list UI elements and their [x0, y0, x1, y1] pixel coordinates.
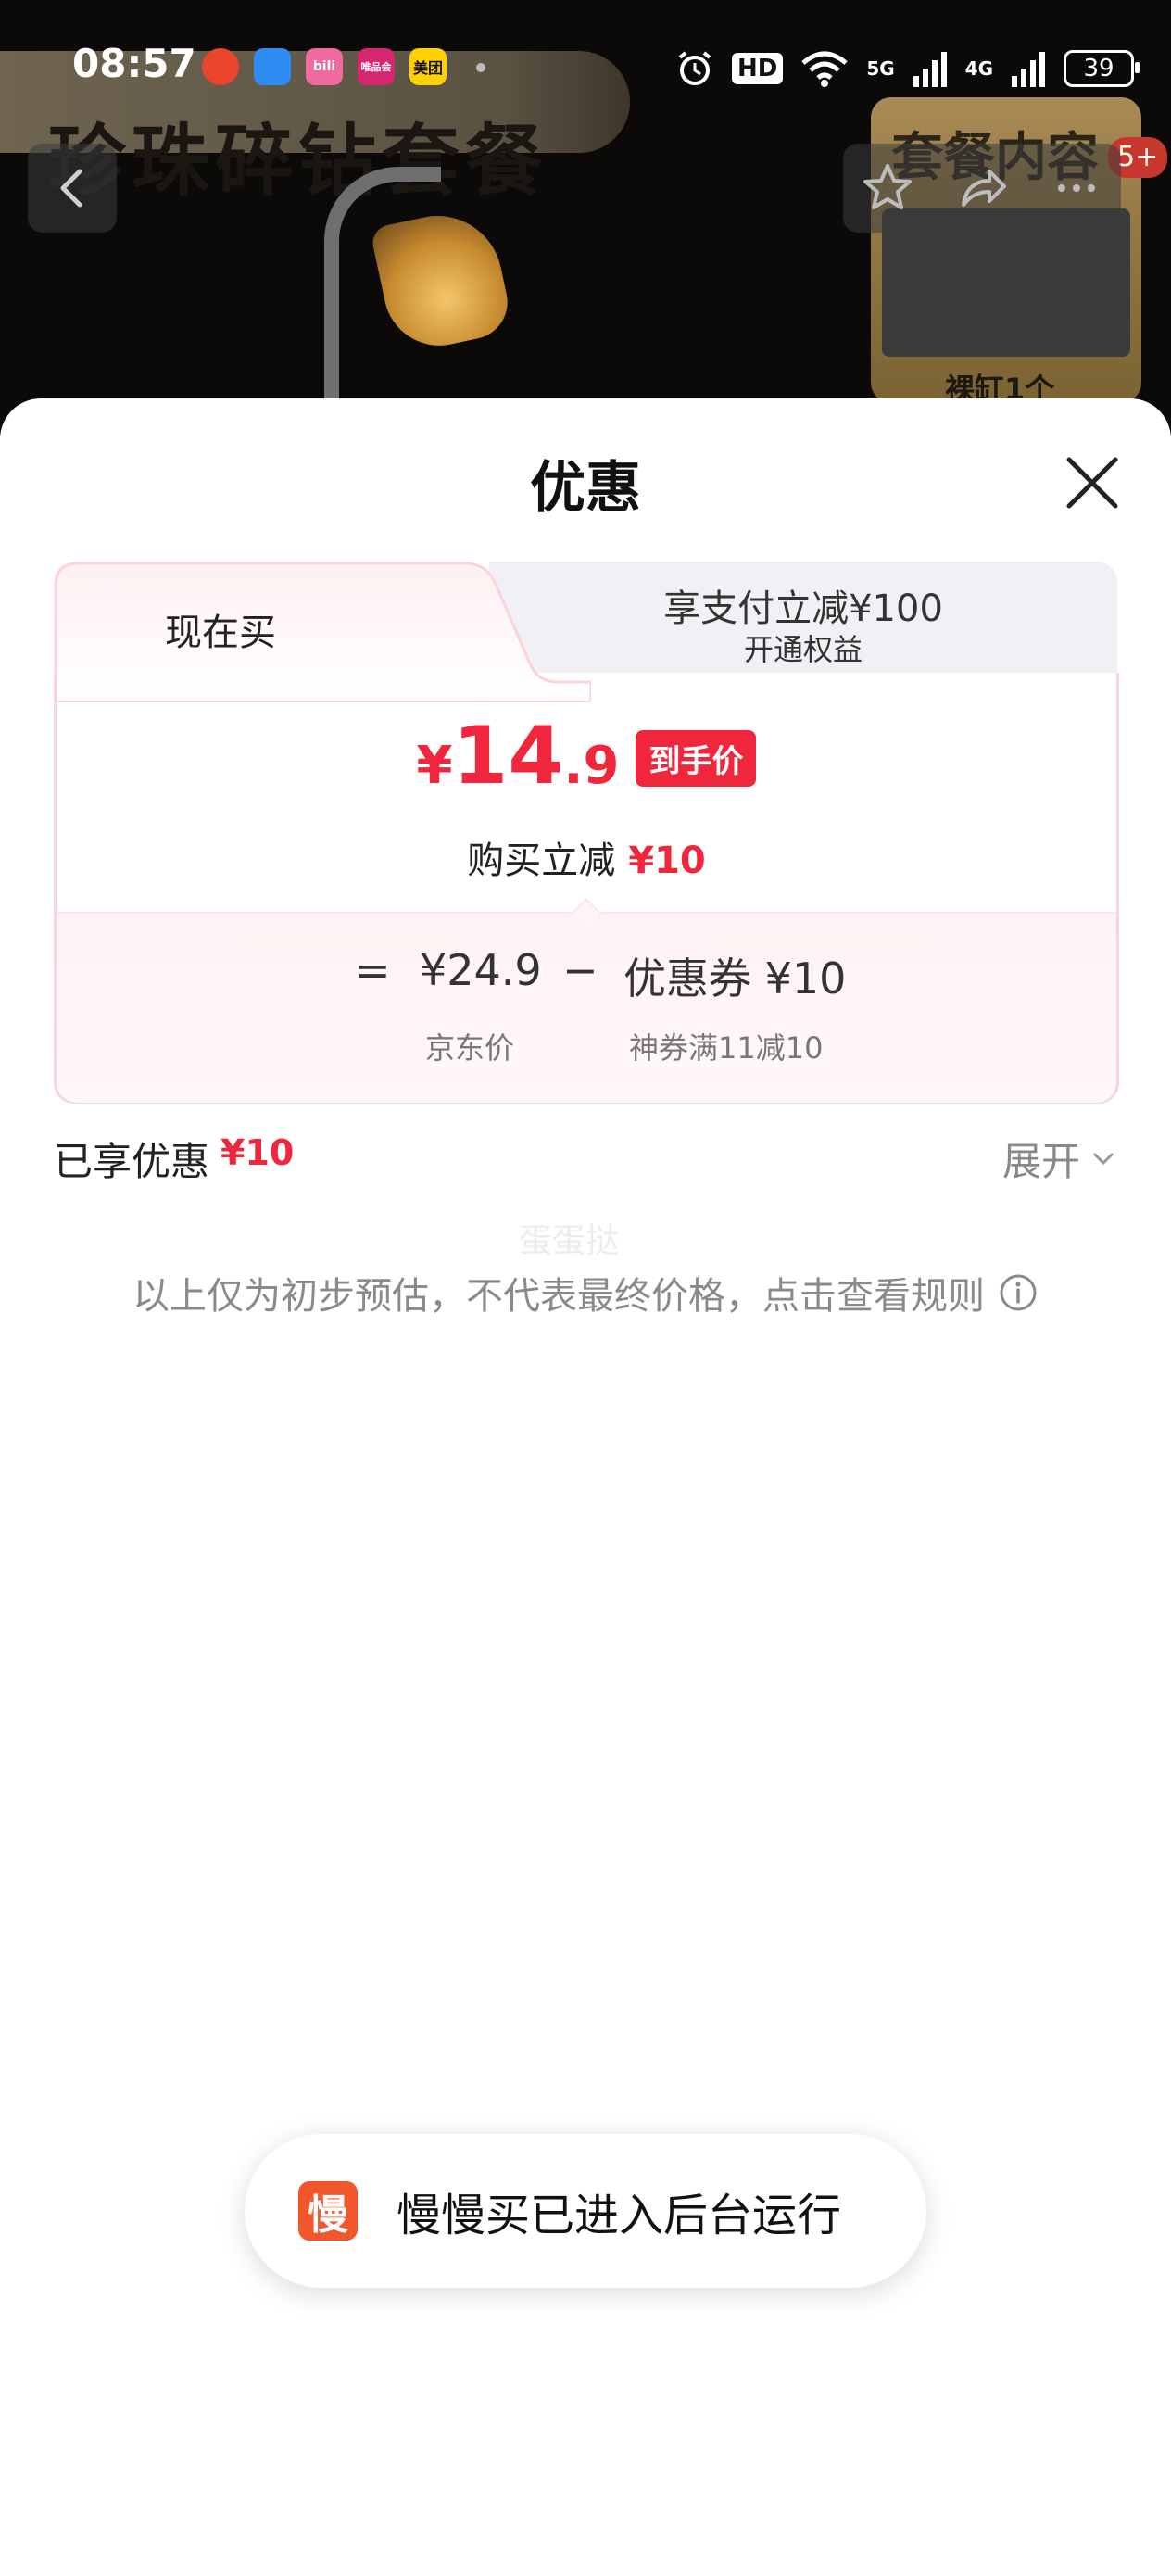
purchase-reduction: 购买立减 ¥10 — [57, 830, 1116, 884]
final-price-badge: 到手价 — [636, 730, 757, 787]
discount-amount: ¥10 — [220, 1132, 295, 1173]
favorite-button[interactable] — [843, 144, 932, 233]
base-price-caption: 京东价 — [425, 1030, 515, 1066]
status-bar: 08:57 bili 唯品会 美团 HD 5G 4G 39 — [0, 28, 1171, 111]
share-icon — [962, 170, 1006, 207]
vip-shop-icon: 唯品会 — [358, 48, 395, 85]
bilibili-icon: bili — [306, 48, 343, 85]
price-decimal: .9 — [563, 736, 620, 796]
status-icons: HD 5G 4G 39 — [674, 41, 1140, 96]
signal-icon-1 — [913, 52, 947, 87]
more-notifications-dot — [476, 63, 485, 72]
reduction-amount: ¥10 — [628, 840, 706, 882]
breakdown-row: = ¥24.9 − 优惠券 ¥10 — [57, 945, 1116, 1004]
disclaimer-text: 以上仅为初步预估，不代表最终价格，点击查看规则 — [132, 1275, 985, 1318]
expand-button[interactable]: 展开 — [1002, 1130, 1117, 1187]
discount-label: 已享优惠 — [54, 1139, 210, 1184]
info-icon[interactable] — [998, 1272, 1039, 1313]
equals-sign: = — [355, 945, 391, 995]
watermark: 蛋蛋挞 — [519, 1222, 620, 1260]
banner-title: 珍珠碎钻套餐 — [48, 116, 549, 207]
coupon-caption: 神券满11减10 — [629, 1030, 824, 1066]
price-breakdown: = ¥24.9 − 优惠券 ¥10 京东价 神券满11减10 — [57, 912, 1116, 1103]
final-price: ¥ 14 .9 到手价 — [57, 710, 1116, 802]
app-notification-icon — [202, 48, 239, 85]
network-type-4g: 4G — [964, 57, 993, 80]
price-integer: 14 — [452, 710, 564, 802]
coupon-amount: 优惠券 ¥10 — [623, 953, 847, 1004]
close-button[interactable] — [1060, 450, 1125, 515]
close-icon — [1066, 457, 1118, 509]
tab-buy-now[interactable] — [54, 554, 591, 702]
alarm-icon — [678, 51, 711, 85]
background-running-toast: 慢 慢慢买已进入后台运行 — [245, 2134, 926, 2288]
price-summary: ¥ 14 .9 到手价 购买立减 ¥10 — [57, 673, 1116, 912]
more-dots-icon — [1058, 184, 1095, 192]
hd-voice-badge: HD — [731, 53, 784, 84]
more-button[interactable] — [1032, 144, 1121, 233]
manmanmai-app-icon: 慢 — [298, 2181, 358, 2241]
back-button[interactable] — [28, 144, 117, 233]
top-action-bar — [843, 144, 1121, 233]
share-button[interactable] — [938, 144, 1026, 233]
signal-icon-2 — [1012, 52, 1045, 87]
price-currency: ¥ — [416, 736, 453, 796]
chevron-left-icon — [60, 169, 82, 208]
battery-level: 39 — [1083, 55, 1114, 82]
price-disclaimer[interactable]: 以上仅为初步预估，不代表最终价格，点击查看规则 — [0, 1266, 1171, 1320]
network-type-5g: 5G — [866, 57, 895, 80]
star-icon — [863, 164, 912, 209]
expand-label: 展开 — [1001, 1139, 1080, 1184]
price-card: 享支付立减¥100 开通权益 ¥ 14 .9 到手价 购买立减 ¥10 = ¥24… — [54, 562, 1119, 1104]
price-card-body: ¥ 14 .9 到手价 购买立减 ¥10 = ¥24.9 − 优惠券 ¥10 京东… — [54, 673, 1119, 1104]
base-price: ¥24.9 — [420, 945, 542, 995]
discount-summary-row: 已享优惠 ¥10 展开 — [54, 1130, 1117, 1186]
tab-buy-now-label: 现在买 — [165, 612, 276, 654]
toast-message: 慢慢买已进入后台运行 — [397, 2190, 842, 2241]
reduction-label: 购买立减 — [467, 840, 616, 882]
meituan-icon: 美团 — [409, 48, 447, 85]
files-app-icon — [254, 48, 291, 85]
battery-icon: 39 — [1064, 50, 1140, 87]
status-time: 08:57 — [72, 41, 196, 86]
chevron-down-icon — [1093, 1153, 1114, 1165]
minus-sign: − — [562, 945, 598, 995]
sheet-title: 优惠 — [530, 456, 641, 521]
wifi-icon — [801, 51, 848, 87]
